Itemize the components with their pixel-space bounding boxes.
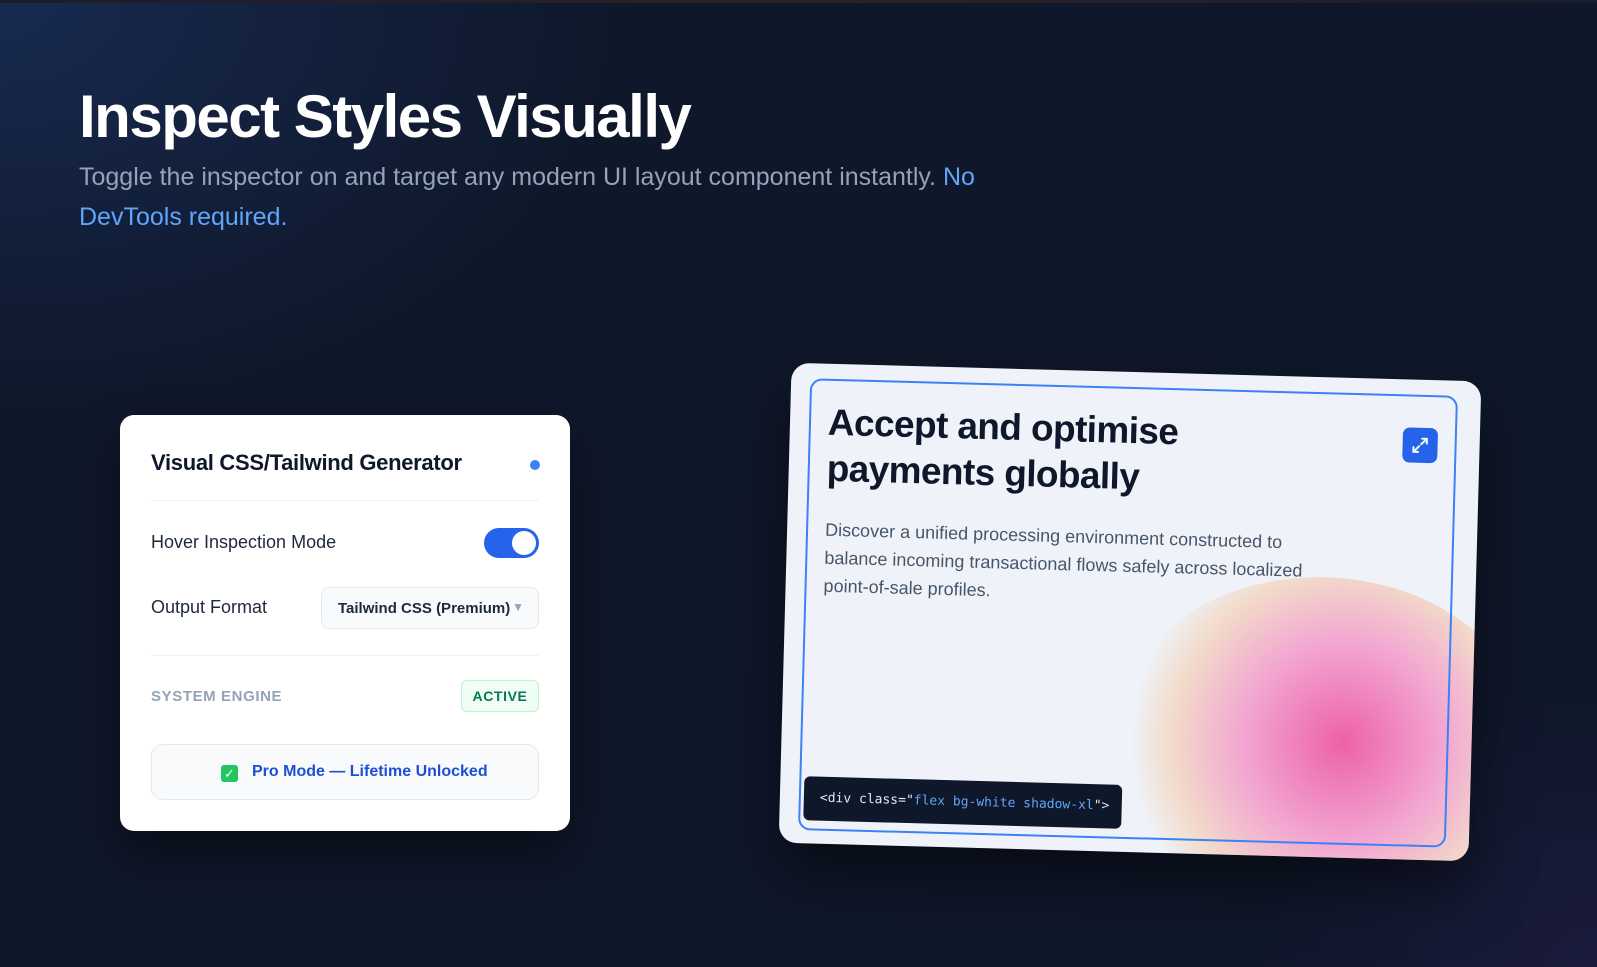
system-engine-label: SYSTEM ENGINE [151,688,283,705]
status-dot-icon [530,460,540,470]
toggle-knob [512,531,536,555]
divider [151,500,539,501]
top-border [0,0,1597,3]
chevron-down-icon: ▼ [512,600,524,614]
code-suffix: "> [1093,798,1110,814]
pro-mode-banner: ✓ Pro Mode — Lifetime Unlocked [151,744,539,800]
divider [151,655,539,656]
hero-subtitle-text: Toggle the inspector on and target any m… [79,163,936,191]
output-format-select[interactable]: Tailwind CSS (Premium) ▼ [321,587,539,629]
pro-mode-text: Pro Mode — Lifetime Unlocked [252,763,488,780]
payment-card-description: Discover a unified processing environmen… [823,519,1303,601]
payment-card-title: Accept and optimise payments globally [826,401,1179,498]
hover-mode-label: Hover Inspection Mode [151,532,337,552]
hero-title: Inspect Styles Visually [79,83,692,150]
code-prefix: <div class=" [819,790,914,809]
output-format-value: Tailwind CSS (Premium) [338,600,511,617]
hero-subtitle: Toggle the inspector on and target any m… [79,157,1039,237]
generator-card: Visual CSS/Tailwind Generator Hover Insp… [120,415,570,831]
page: Inspect Styles Visually Toggle the inspe… [0,0,1597,967]
code-classes: flex bg-white shadow-xl [913,793,1094,814]
output-format-label: Output Format [151,597,268,617]
hover-mode-toggle[interactable] [484,528,539,558]
payment-card[interactable]: Accept and optimise payments globally Di… [778,362,1482,862]
expand-icon [1412,437,1428,453]
check-box-icon: ✓ [221,765,238,782]
expand-button[interactable] [1402,427,1439,464]
code-snippet-chip: <div class="flex bg-white shadow-xl"> [803,776,1123,829]
status-badge: ACTIVE [461,680,539,712]
generator-card-title: Visual CSS/Tailwind Generator [151,450,462,475]
